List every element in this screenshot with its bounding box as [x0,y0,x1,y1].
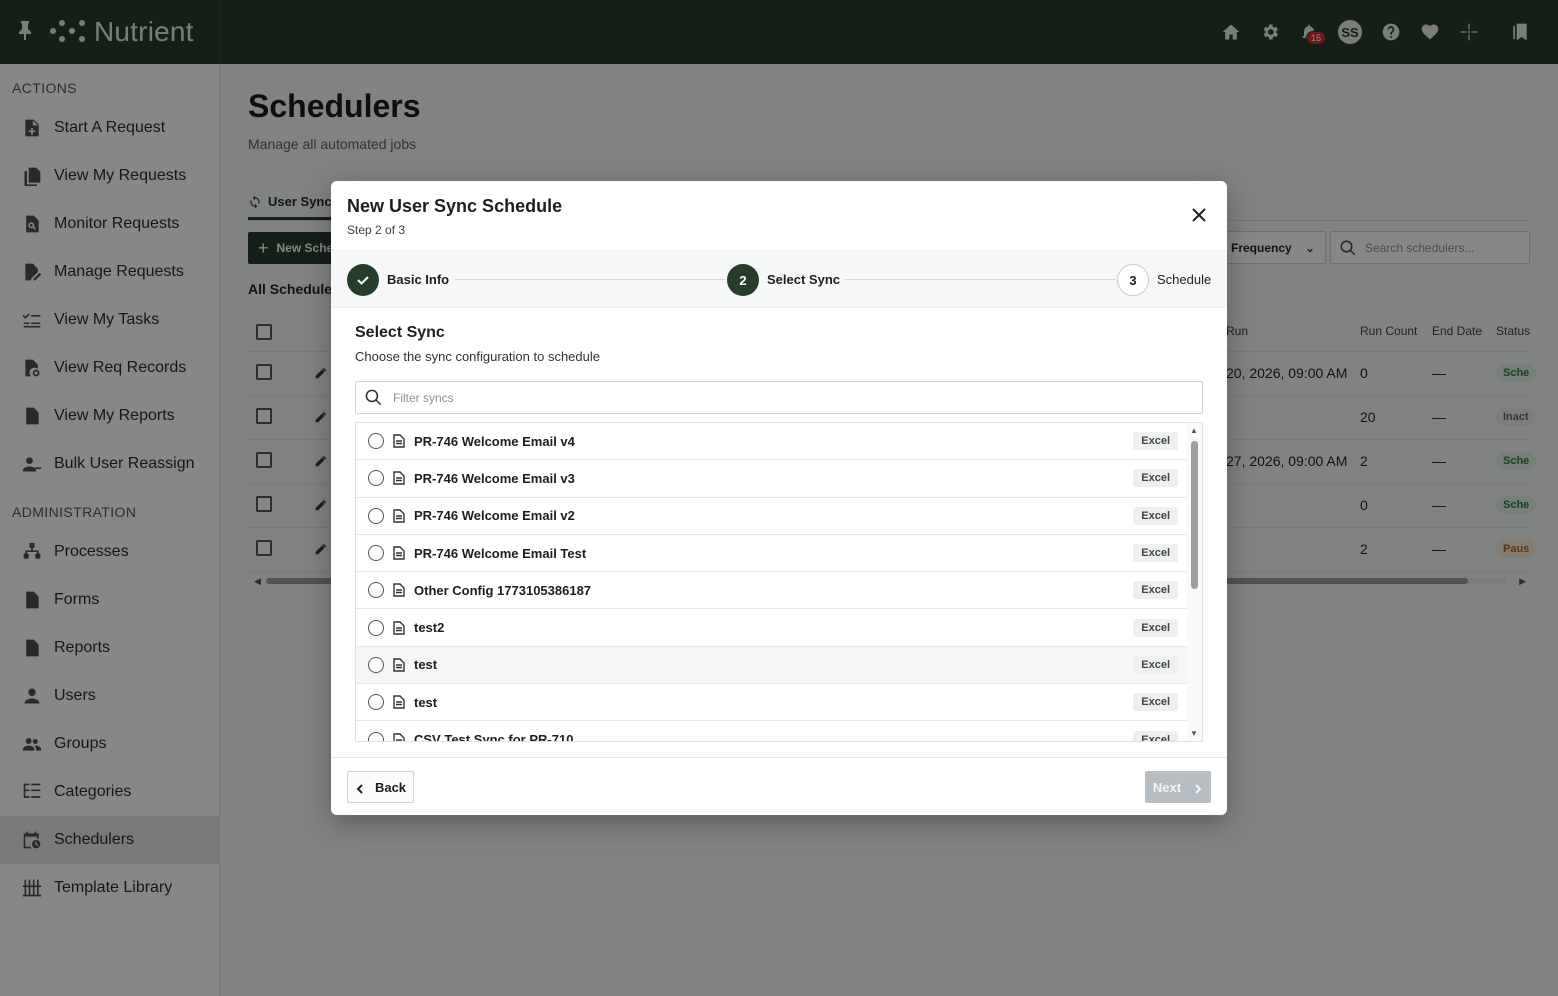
chevron-right-icon [1193,782,1203,794]
sync-name: CSV Test Sync for PR-710 [414,732,574,742]
sync-radio[interactable] [368,470,384,487]
sync-type-badge: Excel [1133,544,1178,563]
sync-name: Other Config 1773105386187 [414,582,592,598]
list-item[interactable]: PR-746 Welcome Email Test Excel [356,535,1188,573]
list-item[interactable]: PR-746 Welcome Email v3 Excel [356,460,1188,498]
sync-radio[interactable] [368,433,384,450]
sync-type-badge: Excel [1133,618,1178,637]
sync-type-badge: Excel [1133,730,1178,741]
sync-name: PR-746 Welcome Email v4 [414,433,575,449]
file-icon [393,695,405,709]
sync-radio[interactable] [368,582,384,599]
sync-radio[interactable] [368,507,384,524]
list-item[interactable]: PR-746 Welcome Email v2 Excel [356,498,1188,535]
modal-footer: Back Next [331,757,1227,815]
sync-type-badge: Excel [1133,655,1178,674]
sync-name: test2 [414,620,445,636]
list-item[interactable]: PR-746 Welcome Email v4 Excel [356,423,1188,461]
list-item[interactable]: CSV Test Sync for PR-710 Excel [356,721,1188,742]
list-item[interactable]: test2 Excel [356,609,1188,647]
sync-radio[interactable] [368,619,384,636]
close-icon[interactable] [1191,207,1207,223]
list-item[interactable]: test Excel [356,684,1188,722]
sync-radio[interactable] [368,694,384,711]
next-label: Next [1152,779,1182,795]
file-icon [393,471,405,486]
sync-radio[interactable] [368,656,384,673]
scroll-down-icon[interactable]: ▼ [1190,729,1198,738]
back-label: Back [374,779,407,795]
step-3-number: 3 [1117,264,1149,296]
sync-list-scrollbar[interactable]: ▲ ▼ [1187,423,1202,741]
sync-name: test [414,694,438,710]
step-2-label: Select Sync [767,272,840,287]
file-icon [393,509,405,523]
filter-syncs-field[interactable] [355,381,1203,414]
sync-list: PR-746 Welcome Email v4 Excel PR-746 Welc… [355,422,1203,742]
scroll-up-icon[interactable]: ▲ [1190,426,1198,435]
stepper-connector [845,279,1115,280]
sync-list-items: PR-746 Welcome Email v4 Excel PR-746 Welc… [356,423,1188,742]
chevron-left-icon [355,782,365,794]
stepper-connector [455,279,725,280]
step-2-number: 2 [727,264,759,296]
sync-name: PR-746 Welcome Email Test [414,545,587,561]
sync-name: PR-746 Welcome Email v2 [414,508,575,524]
sync-radio[interactable] [368,545,384,562]
new-user-sync-schedule-modal: New User Sync Schedule Step 2 of 3 Basic… [331,181,1227,815]
file-icon [393,546,405,560]
file-icon [393,658,405,672]
section-title: Select Sync [355,324,445,341]
step-3-label: Schedule [1157,272,1212,287]
sync-name: PR-746 Welcome Email v3 [414,470,575,486]
next-button[interactable]: Next [1145,771,1211,803]
list-item[interactable]: Other Config 1773105386187 Excel [356,572,1188,610]
stepper: Basic Info 2 Select Sync 3 Schedule [331,250,1227,308]
step-1-label: Basic Info [387,272,450,287]
modal-step-text: Step 2 of 3 [347,223,406,237]
modal-title: New User Sync Schedule [347,196,563,216]
file-icon [393,434,405,448]
sync-type-badge: Excel [1133,581,1178,600]
scroll-thumb[interactable] [1191,441,1198,589]
sync-type-badge: Excel [1133,432,1178,451]
back-button[interactable]: Back [347,771,414,803]
sync-name: test [414,657,438,673]
search-icon [365,389,382,406]
step-1-check-icon [347,264,379,296]
list-item[interactable]: test Excel [356,646,1188,685]
file-icon [393,583,405,598]
sync-type-badge: Excel [1133,693,1178,712]
section-subtitle: Choose the sync configuration to schedul… [355,349,600,364]
sync-type-badge: Excel [1133,506,1178,525]
filter-syncs-input[interactable] [393,390,1173,405]
sync-radio[interactable] [368,731,384,741]
sync-type-badge: Excel [1133,469,1178,488]
file-icon [393,732,405,741]
file-icon [393,620,405,635]
